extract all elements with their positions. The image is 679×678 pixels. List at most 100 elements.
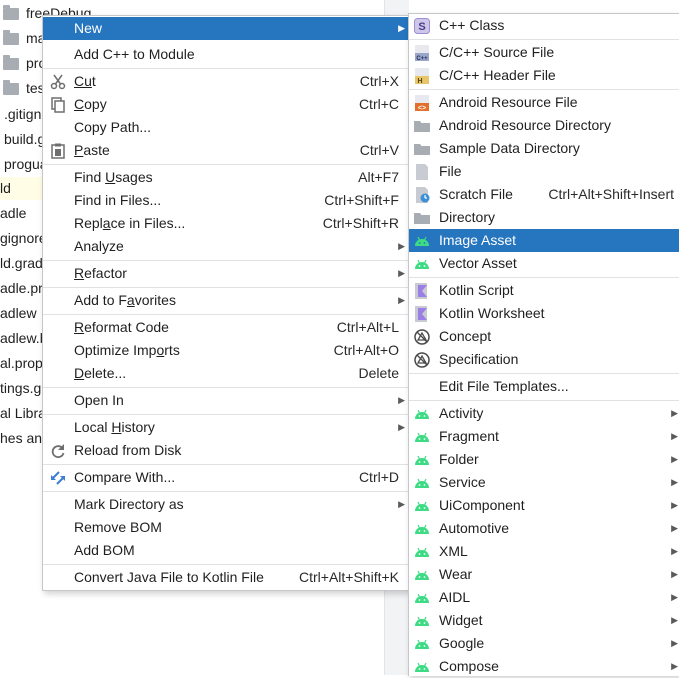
menu-item-mark-directory-as[interactable]: Mark Directory as ▶ <box>43 493 409 516</box>
tree-item[interactable]: al.prop <box>0 352 43 375</box>
submenu-arrow-icon: ▶ <box>398 268 405 278</box>
menu-item-open-in[interactable]: Open In ▶ <box>43 389 409 412</box>
menu-item-reformat-code[interactable]: Reformat Code Ctrl+Alt+L <box>43 316 409 339</box>
menu-item-paste[interactable]: Paste Ctrl+V <box>43 139 409 162</box>
tree-item[interactable]: build.g <box>4 128 45 151</box>
cpp-class-icon: S <box>414 18 430 34</box>
android-icon <box>415 524 429 534</box>
menu-item-add-cpp-module[interactable]: Add C++ to Module <box>43 43 409 66</box>
reload-icon <box>51 444 65 459</box>
submenu-arrow-icon: ▶ <box>671 638 678 648</box>
submenu-arrow-icon: ▶ <box>671 500 678 510</box>
android-icon <box>415 501 429 511</box>
submenu-item-scratch-file[interactable]: Scratch File Ctrl+Alt+Shift+Insert <box>409 183 679 206</box>
menu-item-delete[interactable]: Delete... Delete <box>43 362 409 385</box>
submenu-item-automotive[interactable]: Automotive ▶ <box>409 517 679 540</box>
submenu-item-kotlin-worksheet[interactable]: Kotlin Worksheet <box>409 302 679 325</box>
menu-item-replace-in-files[interactable]: Replace in Files... Ctrl+Shift+R <box>43 212 409 235</box>
tree-item[interactable]: gignore <box>0 227 47 250</box>
submenu-item-specification[interactable]: Specification <box>409 348 679 371</box>
submenu-item-aidl[interactable]: AIDL ▶ <box>409 586 679 609</box>
folder-icon <box>414 144 430 155</box>
menu-item-copy-path[interactable]: Copy Path... <box>43 116 409 139</box>
submenu-item-xml[interactable]: XML ▶ <box>409 540 679 563</box>
submenu-item-uicomponent[interactable]: UiComponent ▶ <box>409 494 679 517</box>
folder-icon <box>3 5 19 21</box>
menu-item-analyze[interactable]: Analyze ▶ <box>43 235 409 258</box>
android-icon <box>415 259 429 269</box>
menu-item-local-history[interactable]: Local History ▶ <box>43 416 409 439</box>
submenu-item-service[interactable]: Service ▶ <box>409 471 679 494</box>
submenu-item-google[interactable]: Google ▶ <box>409 632 679 655</box>
submenu-arrow-icon: ▶ <box>671 546 678 556</box>
scissors-icon <box>50 74 66 90</box>
tree-item[interactable]: ld.grad <box>0 252 43 275</box>
tree-item[interactable]: tings.g <box>0 377 41 400</box>
tree-item[interactable]: al Libra <box>0 402 46 425</box>
android-icon <box>415 236 429 246</box>
menu-item-new[interactable]: New ▶ <box>43 17 409 40</box>
menu-item-find-usages[interactable]: Find Usages Alt+F7 <box>43 166 409 189</box>
menu-item-add-to-favorites[interactable]: Add to Favorites ▶ <box>43 289 409 312</box>
folder-icon <box>3 30 19 46</box>
android-icon <box>415 432 429 442</box>
submenu-item-folder[interactable]: Folder ▶ <box>409 448 679 471</box>
folder-icon <box>3 55 19 71</box>
kotlin-script-icon <box>415 283 427 299</box>
submenu-item-activity[interactable]: Activity ▶ <box>409 402 679 425</box>
menu-item-refactor[interactable]: Refactor ▶ <box>43 262 409 285</box>
svg-text:<>: <> <box>418 105 426 111</box>
menu-item-compare-with[interactable]: Compare With... Ctrl+D <box>43 466 409 489</box>
android-icon <box>415 616 429 626</box>
tree-item[interactable]: .gitign <box>4 103 41 126</box>
submenu-item-concept[interactable]: Concept <box>409 325 679 348</box>
submenu-arrow-icon: ▶ <box>671 408 678 418</box>
menu-separator <box>43 287 409 288</box>
menu-item-optimize-imports[interactable]: Optimize Imports Ctrl+Alt+O <box>43 339 409 362</box>
tree-item[interactable]: ma <box>3 27 45 50</box>
menu-separator <box>409 89 679 90</box>
menu-separator <box>43 164 409 165</box>
menu-item-find-in-files[interactable]: Find in Files... Ctrl+Shift+F <box>43 189 409 212</box>
menu-separator <box>43 414 409 415</box>
submenu-arrow-icon: ▶ <box>671 569 678 579</box>
submenu-item-widget[interactable]: Widget ▶ <box>409 609 679 632</box>
submenu-item-vector-asset[interactable]: Vector Asset <box>409 252 679 275</box>
submenu-arrow-icon: ▶ <box>671 454 678 464</box>
submenu-arrow-icon: ▶ <box>671 592 678 602</box>
submenu-item-android-resource-directory[interactable]: Android Resource Directory <box>409 114 679 137</box>
menu-item-remove-bom[interactable]: Remove BOM <box>43 516 409 539</box>
svg-text:H: H <box>417 78 422 84</box>
editor-code-text: setContentView <box>540 0 658 4</box>
submenu-item-file[interactable]: File <box>409 160 679 183</box>
tree-item[interactable]: adle <box>0 202 26 225</box>
menu-item-convert-java-to-kotlin[interactable]: Convert Java File to Kotlin File Ctrl+Al… <box>43 566 409 589</box>
menu-item-reload-from-disk[interactable]: Reload from Disk <box>43 439 409 462</box>
menu-item-cut[interactable]: Cut Ctrl+X <box>43 70 409 93</box>
menu-item-add-bom[interactable]: Add BOM <box>43 539 409 562</box>
menu-separator <box>409 373 679 374</box>
submenu-item-cpp-class[interactable]: S C++ Class <box>409 14 679 37</box>
tree-item-highlighted[interactable]: ld <box>0 177 42 200</box>
tree-item[interactable]: pro <box>3 52 46 75</box>
tree-item[interactable]: tes <box>3 77 45 100</box>
android-icon <box>415 639 429 649</box>
cpp-source-file-icon: C++ <box>415 45 429 61</box>
submenu-item-edit-file-templates[interactable]: Edit File Templates... <box>409 375 679 398</box>
scratch-file-icon <box>416 187 430 203</box>
submenu-item-cpp-header-file[interactable]: H C/C++ Header File <box>409 64 679 87</box>
submenu-arrow-icon: ▶ <box>398 241 405 251</box>
submenu-item-directory[interactable]: Directory <box>409 206 679 229</box>
android-icon <box>415 593 429 603</box>
tree-item[interactable]: adlew <box>0 302 37 325</box>
submenu-item-android-resource-file[interactable]: <> Android Resource File <box>409 91 679 114</box>
menu-item-copy[interactable]: Copy Ctrl+C <box>43 93 409 116</box>
submenu-item-kotlin-script[interactable]: Kotlin Script <box>409 279 679 302</box>
folder-icon <box>414 121 430 132</box>
submenu-item-image-asset[interactable]: Image Asset <box>409 229 679 252</box>
tree-item[interactable]: adlew.b <box>0 327 47 350</box>
submenu-item-wear[interactable]: Wear ▶ <box>409 563 679 586</box>
submenu-item-fragment[interactable]: Fragment ▶ <box>409 425 679 448</box>
submenu-item-cpp-source-file[interactable]: C++ C/C++ Source File <box>409 41 679 64</box>
submenu-item-sample-data-directory[interactable]: Sample Data Directory <box>409 137 679 160</box>
